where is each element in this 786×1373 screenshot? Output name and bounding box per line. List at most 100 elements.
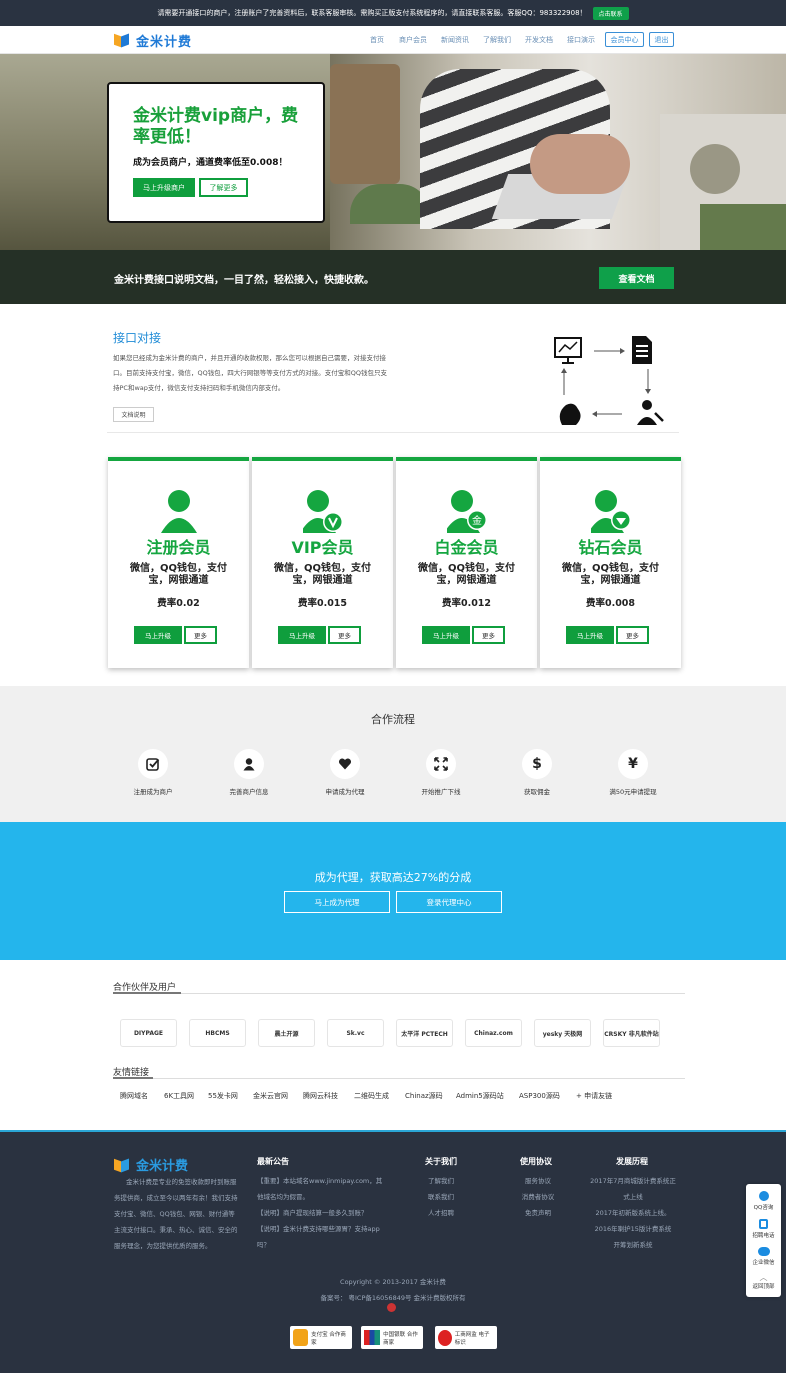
jobs-link[interactable]: 人才招聘 (428, 1205, 454, 1221)
logo-text: 金米计费 (136, 34, 193, 50)
footer-logo[interactable]: 金米计费 (114, 1155, 188, 1174)
hero-more-button[interactable]: 了解更多 (199, 178, 248, 197)
technician-icon (637, 400, 664, 425)
contact-button[interactable]: 点击联系 (592, 6, 629, 20)
arrow-up-icon (561, 368, 567, 395)
member-upgrade-button[interactable]: 马上升级 (566, 626, 614, 644)
partner-logo[interactable]: Chinaz.com (465, 1019, 522, 1047)
member-features: 微信，QQ钱包，支付宝，网银通道 (274, 563, 372, 586)
heart-icon (330, 749, 360, 779)
arrow-right-icon (594, 348, 625, 354)
side-label: 返回顶部 (752, 1284, 775, 1290)
member-rate: 费率0.02 (157, 598, 200, 609)
agent-login-button[interactable]: 登录代理中心 (396, 891, 502, 913)
footer-news-list: 【重要】本站域名www.jinmipay.com，其他域名均为假冒。 【说明】商… (257, 1173, 385, 1253)
document-icon (632, 336, 652, 364)
nav-about[interactable]: 了解我们 (483, 35, 511, 45)
member-name: 白金会员 (434, 538, 499, 557)
shield-icon (293, 1329, 309, 1346)
friend-link[interactable]: 腾网云科技 (303, 1091, 338, 1101)
friend-link[interactable]: 二维码生成 (354, 1091, 389, 1101)
member-center-button[interactable]: 会员中心 (605, 32, 644, 47)
hand-icon (559, 403, 581, 425)
nav-home[interactable]: 首页 (370, 35, 384, 45)
nav-merchant[interactable]: 商户会员 (399, 35, 427, 45)
arrow-down-icon (645, 369, 651, 394)
copyright: Copyright © 2013-2017 金米计费 (340, 1278, 446, 1286)
partner-logo[interactable]: HBCMS (189, 1019, 246, 1047)
service-agreement-link[interactable]: 服务协议 (516, 1173, 560, 1189)
hero-upgrade-button[interactable]: 马上升级商户 (133, 178, 195, 197)
footer-logo-text: 金米计费 (136, 1159, 189, 1174)
member-upgrade-button[interactable]: 马上升级 (134, 626, 182, 644)
member-more-button[interactable]: 更多 (328, 626, 361, 644)
side-back-to-top[interactable]: ︿ 返回顶部 (746, 1273, 781, 1290)
process-step: 开始推广下线 (396, 749, 486, 796)
nav-docs[interactable]: 开发文档 (525, 35, 553, 45)
partner-logo[interactable]: yesky 天极网 (534, 1019, 591, 1047)
history-item: 2016年喇护15版计费系统 (594, 1225, 672, 1233)
logout-button[interactable]: 退出 (649, 32, 674, 47)
title-underline (113, 992, 181, 994)
side-qq[interactable]: QQ咨询 (746, 1191, 781, 1211)
news-link[interactable]: 【说明】金米计费支持哪些源胃？支持app吗？ (257, 1221, 385, 1253)
process-step: 申请成为代理 (300, 749, 390, 796)
view-docs-button[interactable]: 查看文档 (599, 267, 674, 289)
gold-user-icon: 金 (446, 490, 487, 533)
partner-logo[interactable]: DIYPAGE (120, 1019, 177, 1047)
member-name: VIP会员 (291, 538, 354, 557)
member-more-button[interactable]: 更多 (472, 626, 505, 644)
friend-link[interactable]: 55发卡网 (208, 1091, 238, 1101)
consumer-agreement-link[interactable]: 消费者协议 (516, 1189, 560, 1205)
partner-logo[interactable]: Sk.vc (327, 1019, 384, 1047)
member-card-platinum: 金 白金会员 微信，QQ钱包，支付宝，网银通道 费率0.012 马上升级 更多 (396, 457, 537, 668)
member-name: 注册会员 (146, 538, 211, 557)
member-upgrade-button[interactable]: 马上升级 (422, 626, 470, 644)
side-wechat[interactable]: 企业微信 (746, 1247, 781, 1266)
contact-link[interactable]: 联系我们 (428, 1189, 454, 1205)
footer-history-list: 2017年7月商城版计费系统正式上线 2017年初新版系统上线。 2016年喇护… (590, 1173, 676, 1253)
member-more-button[interactable]: 更多 (184, 626, 217, 644)
notice-text: 请需要开通接口的商户，注册账户了完善资料后，联系客服审核。需购买正版支付系统程序… (157, 9, 587, 17)
friend-link[interactable]: ASP300源码 (519, 1091, 560, 1101)
member-upgrade-button[interactable]: 马上升级 (278, 626, 326, 644)
hero-subtitle: 成为会员商户，通道费率低至0.008！ (133, 158, 288, 168)
logo[interactable]: 金米计费 (114, 30, 192, 50)
about-link[interactable]: 了解我们 (428, 1173, 454, 1189)
friend-link[interactable]: Admin5源码站 (456, 1091, 504, 1101)
disclaimer-link[interactable]: 免责声明 (516, 1205, 560, 1221)
friend-link[interactable]: 6K工具网 (164, 1091, 194, 1101)
friend-link[interactable]: 腾网域名 (120, 1091, 148, 1101)
news-link[interactable]: 【重要】本站域名www.jinmipay.com，其他域名均为假冒。 (257, 1173, 385, 1205)
doc-explain-button[interactable]: 文档说明 (113, 407, 154, 422)
title-underline (113, 1077, 153, 1079)
dollar-icon: $ (522, 749, 552, 779)
partner-logo[interactable]: 晨土开源 (258, 1019, 315, 1047)
diamond-user-icon (590, 490, 631, 533)
divider (107, 432, 679, 433)
business-badge[interactable]: 工商网监 电子标识 (435, 1326, 497, 1349)
friend-link[interactable]: Chinaz源码 (405, 1091, 443, 1101)
side-label: QQ咨询 (753, 1205, 774, 1211)
news-link[interactable]: 【说明】商户提现结算一般多久到账？ (257, 1205, 385, 1221)
hero-card: 金米计费vip商户，费率更低！ 成为会员商户，通道费率低至0.008！ (107, 82, 325, 223)
member-more-button[interactable]: 更多 (616, 626, 649, 644)
divider (113, 993, 685, 994)
process-step: 完善商户信息 (204, 749, 294, 796)
friend-link[interactable]: 金米云官网 (253, 1091, 288, 1101)
unionpay-badge[interactable]: 中国银联 合作商家 (361, 1326, 423, 1349)
process-step: $ 获取佣金 (492, 749, 582, 796)
chevron-up-icon: ︿ (759, 1273, 768, 1282)
alipay-badge[interactable]: 支付宝 合作商家 (290, 1326, 352, 1349)
member-name: 钻石会员 (578, 538, 643, 557)
badge-text: 支付宝 合作商家 (311, 1331, 346, 1346)
become-agent-button[interactable]: 马上成为代理 (284, 891, 390, 913)
side-label: 企业微信 (752, 1260, 775, 1266)
member-features: 微信，QQ钱包，支付宝，网银通道 (130, 563, 228, 586)
partner-logo[interactable]: 太平洋 PCTECH (396, 1019, 453, 1047)
partner-logo[interactable]: CRSKY 非凡软件站 (603, 1019, 660, 1047)
apply-link[interactable]: + 申请友链 (576, 1091, 612, 1101)
nav-demo[interactable]: 接口演示 (567, 35, 595, 45)
nav-news[interactable]: 新闻资讯 (441, 35, 469, 45)
side-phone[interactable]: 招聘电话 (746, 1219, 781, 1239)
